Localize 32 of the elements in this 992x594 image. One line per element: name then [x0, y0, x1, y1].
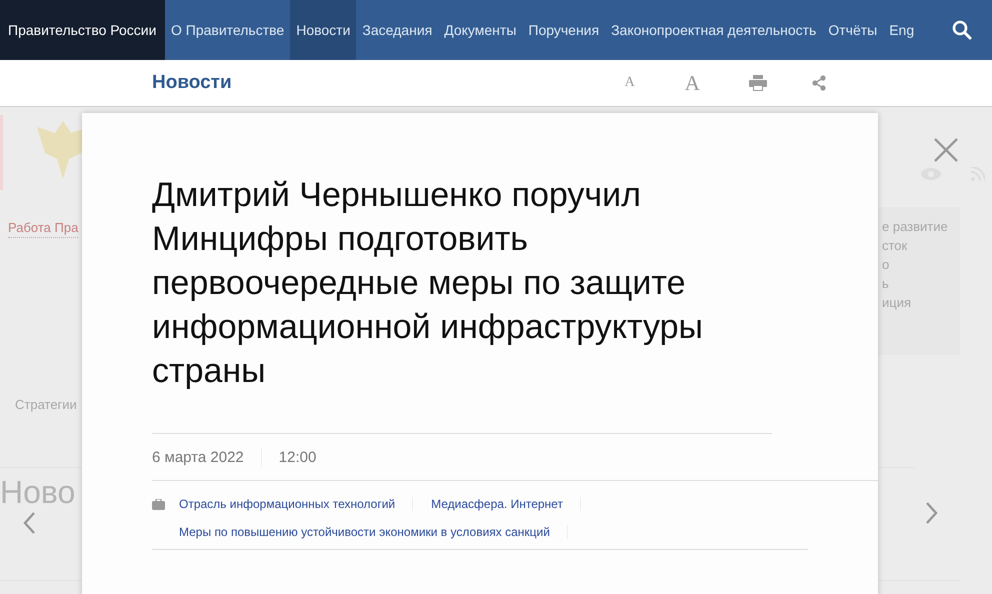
section-title: Новости: [152, 72, 232, 94]
print-icon[interactable]: [748, 75, 767, 91]
nav-tab[interactable]: Eng: [883, 0, 920, 60]
background-text: о: [882, 257, 890, 272]
tag-link[interactable]: Отрасль информационных технологий: [179, 497, 414, 511]
background-text: иция: [882, 295, 912, 310]
chevron-left-icon[interactable]: [23, 512, 35, 534]
article-time: 12:00: [278, 448, 316, 466]
nav-tab[interactable]: Поручения: [522, 0, 606, 60]
article-date: 6 марта 2022: [152, 448, 262, 466]
font-decrease-button[interactable]: A: [624, 75, 635, 91]
briefcase-icon: [152, 499, 165, 510]
background-text: Стратегии: [15, 397, 77, 412]
tag-link[interactable]: Меры по повышению устойчивости экономики в условиях санкций: [179, 525, 568, 539]
nav-tab[interactable]: Отчёты: [822, 0, 884, 60]
close-icon[interactable]: [934, 138, 958, 162]
nav-tab[interactable]: Заседания: [356, 0, 438, 60]
search-icon[interactable]: [952, 20, 972, 40]
nav-tab[interactable]: Законопроектная деятельность: [605, 0, 822, 60]
share-icon[interactable]: [810, 75, 827, 91]
article-title: Дмитрий Чернышенко поручил Минцифры подготовить первоочередные меры по защите информационной инфраструктуры страны: [152, 173, 772, 434]
font-increase-button[interactable]: A: [684, 70, 700, 96]
background-text: сток: [882, 238, 908, 253]
nav-tab[interactable]: Новости: [290, 0, 356, 60]
background-text: ь: [882, 276, 889, 291]
nav-tab[interactable]: О Правительстве: [165, 0, 290, 60]
nav-tab[interactable]: Документы: [438, 0, 522, 60]
tag-link[interactable]: Медиасфера. Интернет: [431, 497, 581, 511]
background-text: е развитие: [882, 219, 948, 234]
background-heading: Ново: [0, 474, 76, 510]
brand-link[interactable]: Правительство России: [0, 0, 165, 60]
chevron-right-icon[interactable]: [926, 502, 938, 524]
